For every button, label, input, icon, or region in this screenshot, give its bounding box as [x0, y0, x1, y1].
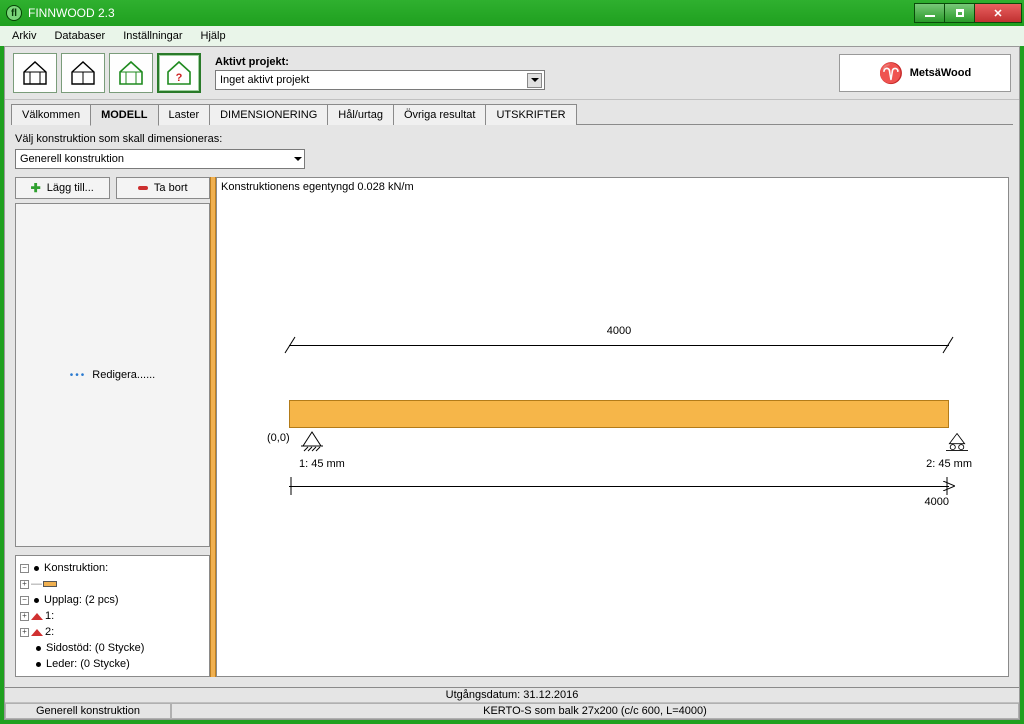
- profile-button-2[interactable]: [61, 53, 105, 93]
- status-bar: Generell konstruktion KERTO-S som balk 2…: [5, 702, 1019, 719]
- house-icon: [20, 58, 50, 88]
- maximize-button[interactable]: [944, 3, 974, 23]
- edit-label: Redigera......: [92, 369, 155, 381]
- menu-databaser[interactable]: Databaser: [46, 28, 113, 44]
- menu-bar: Arkiv Databaser Inställningar Hjälp: [0, 26, 1024, 46]
- support-icon: [31, 629, 43, 636]
- dropdown-arrow-icon: [294, 157, 302, 161]
- status-section: KERTO-S som balk 27x200 (c/c 600, L=4000…: [171, 703, 1019, 719]
- window-buttons: ✕: [914, 3, 1022, 23]
- length-bottom-label: 4000: [925, 496, 949, 508]
- support-1-label: 1: 45 mm: [299, 458, 345, 470]
- tree-node-sidostod[interactable]: Sidostöd: (0 Stycke): [18, 640, 207, 656]
- logo-text: MetsäWood: [910, 67, 972, 79]
- profile-button-3[interactable]: [109, 53, 153, 93]
- project-label: Aktivt projekt:: [215, 56, 545, 68]
- title-bar: fl FINNWOOD 2.3 ✕: [0, 0, 1024, 26]
- close-button[interactable]: ✕: [974, 3, 1022, 23]
- remove-button[interactable]: Ta bort: [116, 177, 211, 199]
- status-bar-date: Utgångsdatum: 31.12.2016: [5, 687, 1019, 702]
- tab-dimensionering[interactable]: DIMENSIONERING: [209, 104, 328, 125]
- beam-icon: [43, 581, 57, 587]
- dimension-top: 4000: [289, 333, 949, 357]
- plus-icon: ✚: [31, 181, 41, 195]
- tree-node-support-1[interactable]: +1:: [18, 608, 207, 624]
- beam-shape: [289, 400, 949, 428]
- window-title: FINNWOOD 2.3: [28, 6, 115, 20]
- dropdown-arrow-icon: [527, 73, 542, 88]
- tab-modell[interactable]: MODELL: [90, 104, 158, 126]
- tab-utskrifter[interactable]: UTSKRIFTER: [485, 104, 576, 125]
- tree-node-support-2[interactable]: +2:: [18, 624, 207, 640]
- project-value: Inget aktivt projekt: [220, 74, 309, 86]
- construction-value: Generell konstruktion: [20, 153, 124, 165]
- content-area: ✚ Lägg till... Ta bort ••• Redigera.....…: [15, 177, 1009, 677]
- length-top-label: 4000: [607, 325, 631, 337]
- tab-ovriga[interactable]: Övriga resultat: [393, 104, 487, 125]
- origin-label: (0,0): [267, 432, 290, 444]
- tree-view[interactable]: −Konstruktion: +— −Upplag: (2 pcs) +1: +…: [15, 555, 210, 677]
- main-shell: ? Aktivt projekt: Inget aktivt projekt ♈…: [4, 46, 1020, 720]
- tab-valkommen[interactable]: Välkommen: [11, 104, 91, 125]
- project-area: Aktivt projekt: Inget aktivt projekt: [215, 56, 545, 90]
- tree-node-konstruktion[interactable]: −Konstruktion:: [18, 560, 207, 576]
- edit-button[interactable]: ••• Redigera......: [15, 203, 210, 547]
- construction-label: Välj konstruktion som skall dimensionera…: [15, 133, 1009, 145]
- add-button[interactable]: ✚ Lägg till...: [15, 177, 110, 199]
- status-construction: Generell konstruktion: [5, 703, 171, 719]
- beam-canvas[interactable]: Konstruktionens egentyngd 0.028 kN/m 400…: [216, 177, 1009, 677]
- tab-hal[interactable]: Hål/urtag: [327, 104, 394, 125]
- dots-icon: •••: [70, 370, 87, 381]
- house-icon: [68, 58, 98, 88]
- tab-bar: Välkommen MODELL Laster DIMENSIONERING H…: [5, 100, 1019, 125]
- metsawood-logo: ♈ MetsäWood: [839, 54, 1011, 92]
- moose-icon: ♈: [879, 61, 904, 86]
- minus-icon: [138, 186, 148, 190]
- support-2-label: 2: 45 mm: [926, 458, 972, 470]
- support-icon: [31, 613, 43, 620]
- project-select[interactable]: Inget aktivt projekt: [215, 70, 545, 90]
- minimize-button[interactable]: [914, 3, 944, 23]
- house-green-icon: [116, 58, 146, 88]
- tree-node-leder[interactable]: Leder: (0 Stycke): [18, 656, 207, 672]
- house-question-icon: ?: [164, 58, 194, 88]
- toolbar: ? Aktivt projekt: Inget aktivt projekt ♈…: [5, 47, 1019, 100]
- app-icon: fl: [6, 5, 22, 21]
- profile-button-1[interactable]: [13, 53, 57, 93]
- left-column: ✚ Lägg till... Ta bort ••• Redigera.....…: [15, 177, 210, 677]
- tree-node-section[interactable]: +—: [18, 576, 207, 592]
- menu-arkiv[interactable]: Arkiv: [4, 28, 44, 44]
- support-left-icon: [301, 430, 323, 457]
- remove-label: Ta bort: [154, 182, 188, 194]
- construction-row: Välj konstruktion som skall dimensionera…: [5, 125, 1019, 173]
- menu-hjalp[interactable]: Hjälp: [193, 28, 234, 44]
- construction-select[interactable]: Generell konstruktion: [15, 149, 305, 169]
- menu-installningar[interactable]: Inställningar: [115, 28, 190, 44]
- support-right-icon: [946, 430, 968, 457]
- tab-laster[interactable]: Laster: [158, 104, 211, 125]
- tree-node-upplag[interactable]: −Upplag: (2 pcs): [18, 592, 207, 608]
- svg-text:?: ?: [176, 72, 183, 84]
- profile-button-4[interactable]: ?: [157, 53, 201, 93]
- add-label: Lägg till...: [47, 182, 94, 194]
- self-weight-label: Konstruktionens egentyngd 0.028 kN/m: [221, 181, 414, 193]
